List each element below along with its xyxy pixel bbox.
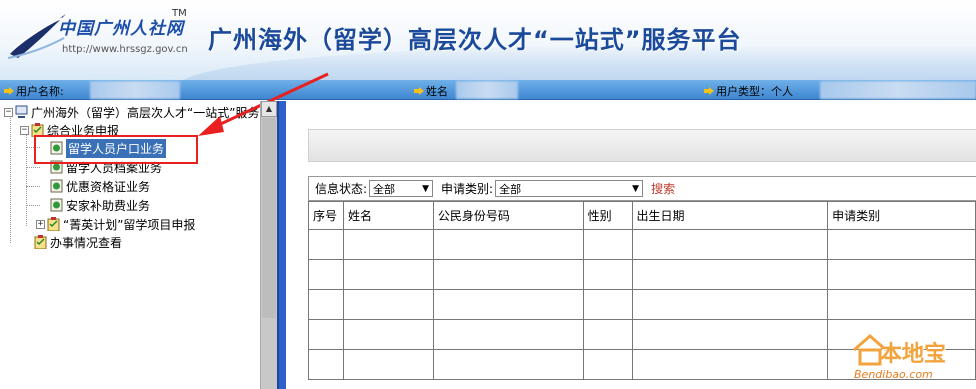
table-cell — [432, 229, 584, 260]
sidebar-item-label[interactable]: 优惠资格证业务 — [66, 178, 150, 195]
table-cell — [582, 349, 633, 380]
chevron-down-icon: ▼ — [632, 183, 640, 194]
sidebar-item-certificate[interactable]: 优惠资格证业务 — [50, 177, 150, 195]
tree-connector — [26, 131, 27, 226]
collapse-icon[interactable]: − — [4, 107, 13, 117]
table-cell — [342, 349, 434, 380]
name-label: 姓名 — [426, 85, 448, 98]
status-select[interactable]: 全部 ▼ — [369, 180, 434, 197]
site-title: 广州海外（留学）高层次人才“一站式”服务平台 — [208, 26, 742, 54]
col-header-seq: 序号 — [308, 201, 344, 230]
expand-icon[interactable]: + — [36, 219, 45, 229]
table-cell — [582, 259, 633, 290]
clipboard-icon — [34, 235, 47, 249]
yellow-arrow-icon — [704, 87, 714, 95]
table-cell — [631, 229, 829, 260]
sidebar-item-label[interactable]: 安家补助费业务 — [66, 197, 150, 214]
table-cell — [432, 349, 584, 380]
tree-connector — [26, 167, 40, 168]
table-cell — [308, 349, 344, 380]
chevron-down-icon: ▼ — [422, 183, 430, 194]
table-cell — [342, 289, 434, 320]
username-label: 用户名称: — [16, 85, 64, 98]
tree-connector — [10, 113, 11, 243]
table-cell — [342, 229, 434, 260]
table-cell — [582, 229, 633, 260]
usertype-label: 用户类型：个人 — [716, 85, 793, 98]
annotation-highlight-box — [34, 135, 198, 164]
toolbar-area — [308, 129, 976, 162]
collapse-icon[interactable]: − — [20, 125, 29, 135]
document-icon — [50, 179, 63, 193]
usertype-field: 用户类型：个人 — [704, 83, 793, 99]
sidebar-item-label[interactable]: “菁英计划”留学项目申报 — [63, 216, 195, 233]
username-field: 用户名称: — [4, 83, 64, 99]
table-cell — [582, 289, 633, 320]
document-icon — [50, 198, 63, 212]
scroll-up-arrow-icon[interactable]: ▲ — [261, 101, 277, 117]
table-cell — [432, 319, 584, 350]
table-row — [308, 229, 976, 260]
status-filter-label: 信息状态: — [315, 182, 368, 196]
clipboard-icon — [47, 217, 60, 231]
table-cell — [432, 259, 584, 290]
table-cell — [308, 319, 344, 350]
table-cell — [308, 259, 344, 290]
table-cell — [308, 289, 344, 320]
type-select-value: 全部 — [499, 182, 522, 196]
user-info-bar: 用户名称: 姓名 用户类型：个人 — [0, 80, 976, 100]
name-field: 姓名 — [414, 83, 448, 99]
frame-divider[interactable] — [277, 101, 286, 389]
tree-connector — [26, 186, 40, 187]
watermark-text: 本地宝 — [880, 342, 947, 367]
logo-url: http://www.hrssgz.gov.cn — [62, 44, 188, 55]
table-cell — [631, 319, 829, 350]
table-cell — [631, 259, 829, 290]
yellow-arrow-icon — [4, 87, 14, 95]
watermark: 本地宝 Bendibao.com — [850, 330, 970, 385]
tree-connector — [26, 205, 40, 206]
col-header-type: 申请类别 — [827, 201, 976, 230]
col-header-id: 公民身份号码 — [432, 201, 584, 230]
site-header: 中国广州人社网 TM http://www.hrssgz.gov.cn 广州海外… — [0, 0, 976, 80]
table-cell — [308, 229, 344, 260]
table-cell — [827, 229, 976, 260]
type-filter-label: 申请类别: — [441, 182, 494, 196]
table-cell — [342, 319, 434, 350]
sidebar-item-label[interactable]: 办事情况查看 — [50, 234, 122, 251]
table-cell — [631, 289, 829, 320]
search-link[interactable]: 搜索 — [651, 180, 675, 197]
type-select[interactable]: 全部 ▼ — [495, 180, 644, 197]
status-select-value: 全部 — [373, 182, 396, 196]
col-header-gender: 性别 — [582, 201, 633, 230]
yellow-arrow-icon — [414, 87, 424, 95]
col-header-name: 姓名 — [342, 201, 434, 230]
table-cell — [827, 289, 976, 320]
logo-trademark: TM — [172, 8, 187, 19]
watermark-url: Bendibao.com — [854, 368, 933, 381]
table-cell — [582, 319, 633, 350]
redacted-name — [456, 81, 518, 99]
redacted-username — [90, 81, 180, 99]
table-cell — [827, 259, 976, 290]
filter-bar: 信息状态: 全部 ▼ 申请类别: 全部 ▼ 搜索 — [308, 176, 976, 201]
logo-text: 中国广州人社网 — [58, 19, 184, 39]
table-cell — [342, 259, 434, 290]
table-header-row: 序号 姓名 公民身份号码 性别 出生日期 申请类别 — [308, 201, 976, 230]
col-header-birthdate: 出生日期 — [631, 201, 829, 230]
redacted-usertype-extra — [820, 81, 976, 99]
sidebar-item-subsidy[interactable]: 安家补助费业务 — [50, 196, 150, 214]
computer-icon — [15, 105, 28, 118]
scroll-thumb[interactable] — [262, 118, 276, 318]
table-row — [308, 259, 976, 290]
table-row — [308, 289, 976, 320]
sidebar-item-status[interactable]: 办事情况查看 — [34, 233, 122, 251]
table-cell — [432, 289, 584, 320]
sidebar-item-elite-plan[interactable]: + “菁英计划”留学项目申报 — [36, 215, 195, 233]
sidebar-scrollbar[interactable]: ▲ — [260, 101, 277, 389]
table-cell — [631, 349, 829, 380]
